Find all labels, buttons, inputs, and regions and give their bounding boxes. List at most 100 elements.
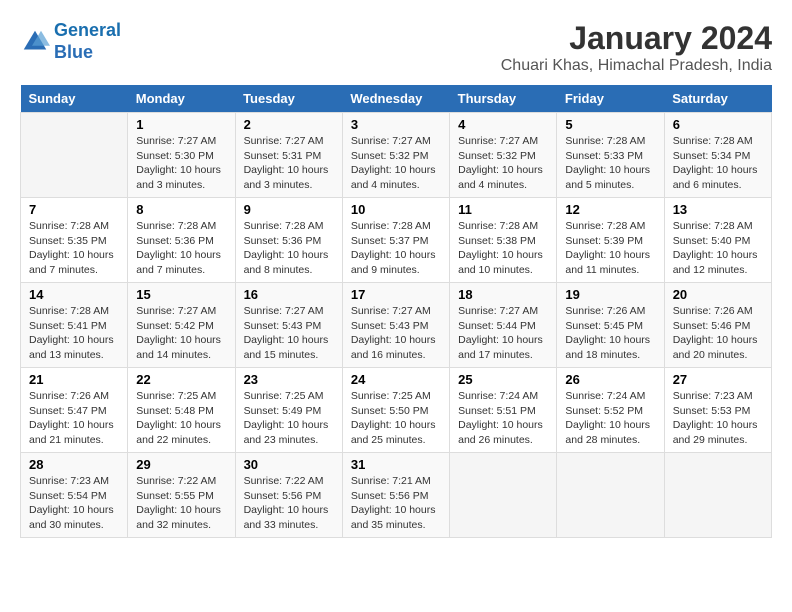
day-number: 1 xyxy=(136,117,226,132)
calendar-cell: 1Sunrise: 7:27 AMSunset: 5:30 PMDaylight… xyxy=(128,113,235,198)
calendar-cell: 18 Sunrise: 7:27 AMSunset: 5:44 PMDayligh… xyxy=(450,283,557,368)
logo-icon xyxy=(20,27,50,57)
day-info: Sunrise: 7:27 AMSunset: 5:44 PMDaylight:… xyxy=(458,304,548,363)
header-saturday: Saturday xyxy=(664,85,771,113)
calendar-cell xyxy=(21,113,128,198)
day-info: Sunrise: 7:22 AMSunset: 5:55 PMDaylight:… xyxy=(136,474,226,533)
calendar-cell: 26Sunrise: 7:24 AMSunset: 5:52 PMDayligh… xyxy=(557,368,664,453)
calendar-cell: 6Sunrise: 7:28 AMSunset: 5:34 PMDaylight… xyxy=(664,113,771,198)
day-info: Sunrise: 7:26 AMSunset: 5:47 PMDaylight:… xyxy=(29,389,119,448)
calendar-table: SundayMondayTuesdayWednesdayThursdayFrid… xyxy=(20,85,772,538)
day-info: Sunrise: 7:28 AMSunset: 5:33 PMDaylight:… xyxy=(565,134,655,193)
calendar-cell: 20Sunrise: 7:26 AMSunset: 5:46 PMDayligh… xyxy=(664,283,771,368)
day-info: Sunrise: 7:28 AMSunset: 5:40 PMDaylight:… xyxy=(673,219,763,278)
day-number: 18 xyxy=(458,287,548,302)
day-number: 30 xyxy=(244,457,334,472)
day-number: 16 xyxy=(244,287,334,302)
calendar-cell: 3 Sunrise: 7:27 AMSunset: 5:32 PMDaylight… xyxy=(342,113,449,198)
calendar-cell: 5Sunrise: 7:28 AMSunset: 5:33 PMDaylight… xyxy=(557,113,664,198)
calendar-header-row: SundayMondayTuesdayWednesdayThursdayFrid… xyxy=(21,85,772,113)
day-info: Sunrise: 7:23 AMSunset: 5:54 PMDaylight:… xyxy=(29,474,119,533)
logo-general: General xyxy=(54,20,121,40)
calendar-cell: 21Sunrise: 7:26 AMSunset: 5:47 PMDayligh… xyxy=(21,368,128,453)
calendar-cell: 24Sunrise: 7:25 AMSunset: 5:50 PMDayligh… xyxy=(342,368,449,453)
calendar-cell: 28 Sunrise: 7:23 AMSunset: 5:54 PMDayligh… xyxy=(21,453,128,538)
calendar-week-row: 28 Sunrise: 7:23 AMSunset: 5:54 PMDayligh… xyxy=(21,453,772,538)
day-number: 23 xyxy=(244,372,334,387)
header-friday: Friday xyxy=(557,85,664,113)
day-number: 10 xyxy=(351,202,441,217)
calendar-cell: 31 Sunrise: 7:21 AMSunset: 5:56 PMDayligh… xyxy=(342,453,449,538)
calendar-cell: 30 Sunrise: 7:22 AMSunset: 5:56 PMDayligh… xyxy=(235,453,342,538)
day-info: Sunrise: 7:28 AMSunset: 5:41 PMDaylight:… xyxy=(29,304,119,363)
page-header: General Blue January 2024 Chuari Khas, H… xyxy=(20,20,772,75)
header-monday: Monday xyxy=(128,85,235,113)
calendar-cell: 7 Sunrise: 7:28 AMSunset: 5:35 PMDaylight… xyxy=(21,198,128,283)
day-number: 25 xyxy=(458,372,548,387)
title-block: January 2024 Chuari Khas, Himachal Prade… xyxy=(501,20,772,75)
day-number: 19 xyxy=(565,287,655,302)
day-number: 29 xyxy=(136,457,226,472)
day-info: Sunrise: 7:28 AMSunset: 5:35 PMDaylight:… xyxy=(29,219,119,278)
day-info: Sunrise: 7:27 AMSunset: 5:43 PMDaylight:… xyxy=(244,304,334,363)
day-info: Sunrise: 7:27 AMSunset: 5:31 PMDaylight:… xyxy=(244,134,334,193)
day-number: 20 xyxy=(673,287,763,302)
day-number: 15 xyxy=(136,287,226,302)
calendar-cell: 2 Sunrise: 7:27 AMSunset: 5:31 PMDaylight… xyxy=(235,113,342,198)
calendar-cell: 27 Sunrise: 7:23 AMSunset: 5:53 PMDayligh… xyxy=(664,368,771,453)
day-info: Sunrise: 7:27 AMSunset: 5:42 PMDaylight:… xyxy=(136,304,226,363)
calendar-cell: 12 Sunrise: 7:28 AMSunset: 5:39 PMDayligh… xyxy=(557,198,664,283)
calendar-cell: 19 Sunrise: 7:26 AMSunset: 5:45 PMDayligh… xyxy=(557,283,664,368)
day-info: Sunrise: 7:21 AMSunset: 5:56 PMDaylight:… xyxy=(351,474,441,533)
day-number: 17 xyxy=(351,287,441,302)
calendar-cell: 13Sunrise: 7:28 AMSunset: 5:40 PMDayligh… xyxy=(664,198,771,283)
calendar-cell: 4Sunrise: 7:27 AMSunset: 5:32 PMDaylight… xyxy=(450,113,557,198)
header-wednesday: Wednesday xyxy=(342,85,449,113)
calendar-week-row: 1Sunrise: 7:27 AMSunset: 5:30 PMDaylight… xyxy=(21,113,772,198)
day-info: Sunrise: 7:27 AMSunset: 5:43 PMDaylight:… xyxy=(351,304,441,363)
day-info: Sunrise: 7:24 AMSunset: 5:51 PMDaylight:… xyxy=(458,389,548,448)
calendar-cell: 14 Sunrise: 7:28 AMSunset: 5:41 PMDayligh… xyxy=(21,283,128,368)
day-number: 22 xyxy=(136,372,226,387)
month-title: January 2024 xyxy=(501,20,772,57)
calendar-cell: 10 Sunrise: 7:28 AMSunset: 5:37 PMDayligh… xyxy=(342,198,449,283)
day-number: 31 xyxy=(351,457,441,472)
day-number: 28 xyxy=(29,457,119,472)
calendar-cell: 29 Sunrise: 7:22 AMSunset: 5:55 PMDayligh… xyxy=(128,453,235,538)
calendar-cell xyxy=(664,453,771,538)
calendar-week-row: 14 Sunrise: 7:28 AMSunset: 5:41 PMDayligh… xyxy=(21,283,772,368)
day-number: 8 xyxy=(136,202,226,217)
calendar-cell xyxy=(557,453,664,538)
calendar-week-row: 7 Sunrise: 7:28 AMSunset: 5:35 PMDaylight… xyxy=(21,198,772,283)
day-number: 3 xyxy=(351,117,441,132)
day-number: 27 xyxy=(673,372,763,387)
calendar-cell: 8 Sunrise: 7:28 AMSunset: 5:36 PMDaylight… xyxy=(128,198,235,283)
day-number: 12 xyxy=(565,202,655,217)
calendar-cell: 23Sunrise: 7:25 AMSunset: 5:49 PMDayligh… xyxy=(235,368,342,453)
day-number: 2 xyxy=(244,117,334,132)
calendar-cell: 17 Sunrise: 7:27 AMSunset: 5:43 PMDayligh… xyxy=(342,283,449,368)
day-info: Sunrise: 7:28 AMSunset: 5:39 PMDaylight:… xyxy=(565,219,655,278)
day-number: 7 xyxy=(29,202,119,217)
calendar-cell: 15 Sunrise: 7:27 AMSunset: 5:42 PMDayligh… xyxy=(128,283,235,368)
day-info: Sunrise: 7:28 AMSunset: 5:34 PMDaylight:… xyxy=(673,134,763,193)
day-info: Sunrise: 7:26 AMSunset: 5:45 PMDaylight:… xyxy=(565,304,655,363)
day-info: Sunrise: 7:28 AMSunset: 5:37 PMDaylight:… xyxy=(351,219,441,278)
header-tuesday: Tuesday xyxy=(235,85,342,113)
day-info: Sunrise: 7:23 AMSunset: 5:53 PMDaylight:… xyxy=(673,389,763,448)
day-number: 14 xyxy=(29,287,119,302)
day-number: 11 xyxy=(458,202,548,217)
day-number: 26 xyxy=(565,372,655,387)
day-info: Sunrise: 7:28 AMSunset: 5:36 PMDaylight:… xyxy=(136,219,226,278)
calendar-cell: 22Sunrise: 7:25 AMSunset: 5:48 PMDayligh… xyxy=(128,368,235,453)
day-info: Sunrise: 7:27 AMSunset: 5:32 PMDaylight:… xyxy=(458,134,548,193)
day-info: Sunrise: 7:22 AMSunset: 5:56 PMDaylight:… xyxy=(244,474,334,533)
day-info: Sunrise: 7:28 AMSunset: 5:38 PMDaylight:… xyxy=(458,219,548,278)
calendar-cell xyxy=(450,453,557,538)
logo: General Blue xyxy=(20,20,121,63)
logo-blue: Blue xyxy=(54,42,93,62)
calendar-cell: 9Sunrise: 7:28 AMSunset: 5:36 PMDaylight… xyxy=(235,198,342,283)
logo-text: General Blue xyxy=(54,20,121,63)
calendar-week-row: 21Sunrise: 7:26 AMSunset: 5:47 PMDayligh… xyxy=(21,368,772,453)
day-info: Sunrise: 7:27 AMSunset: 5:32 PMDaylight:… xyxy=(351,134,441,193)
